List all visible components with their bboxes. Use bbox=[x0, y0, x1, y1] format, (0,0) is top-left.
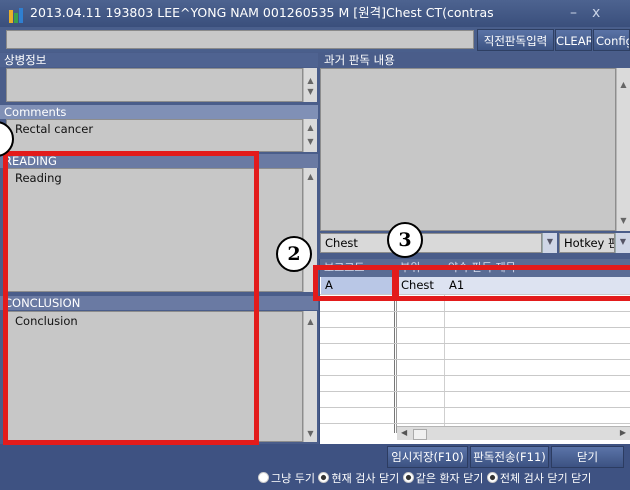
clinical-info-scrollbar[interactable]: ▲ ▼ bbox=[303, 68, 317, 102]
annotation-box-reading bbox=[3, 151, 259, 445]
chevron-down-icon[interactable]: ▼ bbox=[542, 233, 557, 253]
radio-selected-icon[interactable] bbox=[402, 472, 414, 483]
scroll-down-icon[interactable]: ▼ bbox=[304, 429, 317, 439]
radio-option[interactable]: 그냥 두기 bbox=[258, 472, 315, 485]
comments-scrollbar[interactable]: ▲ ▼ bbox=[303, 119, 317, 152]
clear-button[interactable]: CLEAR bbox=[555, 29, 592, 51]
toolbar-field[interactable] bbox=[6, 30, 474, 49]
hotkey-select[interactable]: Hotkey 판 bbox=[559, 233, 615, 253]
scroll-right-icon[interactable]: ▶ bbox=[620, 428, 626, 437]
grid-line bbox=[320, 407, 630, 408]
close-button-2[interactable]: 닫기 bbox=[571, 472, 591, 485]
grid-line bbox=[320, 343, 630, 344]
grid-line bbox=[320, 359, 630, 360]
grid-line bbox=[320, 391, 630, 392]
scroll-up-icon[interactable]: ▲ bbox=[304, 172, 317, 182]
minimize-icon[interactable]: – bbox=[570, 4, 577, 22]
scroll-up-icon[interactable]: ▲ bbox=[304, 76, 317, 86]
scroll-left-icon[interactable]: ◀ bbox=[401, 428, 407, 437]
chevron-down-icon[interactable]: ▼ bbox=[615, 233, 630, 253]
past-reading-scrollbar[interactable]: ▲ ▼ bbox=[616, 68, 630, 231]
temp-save-button[interactable]: 임시저장(F10) bbox=[387, 446, 468, 468]
category-select[interactable]: Chest bbox=[320, 233, 542, 253]
past-reading-field[interactable] bbox=[320, 68, 616, 231]
close-option-radio-group: 그냥 두기 현재 검사 닫기 같은 환자 닫기 전체 검사 닫기 닫기 bbox=[258, 471, 591, 487]
scroll-down-icon[interactable]: ▼ bbox=[304, 87, 317, 97]
radio-option[interactable]: 현재 검사 닫기 bbox=[318, 472, 399, 485]
send-reading-button[interactable]: 판독전송(F11) bbox=[470, 446, 549, 468]
window-title: 2013.04.11 193803 LEE^YONG NAM 001260535… bbox=[30, 5, 494, 20]
annotation-box-2 bbox=[313, 265, 399, 301]
grid-line bbox=[320, 311, 630, 312]
scroll-down-icon[interactable]: ▼ bbox=[617, 216, 630, 226]
comments-label: Comments bbox=[0, 105, 318, 119]
config-button[interactable]: Config bbox=[593, 29, 630, 51]
radio-icon[interactable] bbox=[258, 472, 269, 483]
grid-line bbox=[320, 327, 630, 328]
clinical-info-label: 상병정보 bbox=[0, 53, 318, 67]
comments-field[interactable]: Rectal cancer bbox=[6, 119, 303, 152]
close-button[interactable]: 닫기 bbox=[551, 446, 624, 468]
past-reading-label: 과거 판독 내용 bbox=[320, 53, 630, 67]
app-logo-icon bbox=[8, 6, 26, 24]
clinical-info-field[interactable] bbox=[6, 68, 303, 102]
conclusion-scrollbar[interactable]: ▲ ▼ bbox=[303, 311, 317, 442]
scroll-up-icon[interactable]: ▲ bbox=[304, 317, 317, 327]
grid-line bbox=[320, 375, 630, 376]
radio-option[interactable]: 전체 검사 닫기 bbox=[486, 472, 568, 485]
radio-selected-icon[interactable] bbox=[486, 472, 498, 483]
scroll-thumb[interactable] bbox=[413, 429, 427, 440]
radio-option[interactable]: 같은 환자 닫기 bbox=[402, 472, 483, 485]
prev-reading-input-button[interactable]: 직전판독입력 bbox=[477, 29, 554, 51]
annotation-circle-2: 2 bbox=[276, 236, 312, 272]
scroll-up-icon[interactable]: ▲ bbox=[304, 123, 317, 133]
radio-selected-icon[interactable] bbox=[318, 472, 330, 483]
grid-horizontal-scrollbar[interactable]: ◀ ▶ bbox=[397, 426, 630, 440]
close-icon[interactable]: x bbox=[592, 4, 600, 22]
grid-line bbox=[320, 423, 630, 424]
annotation-circle-3: 3 bbox=[387, 222, 423, 258]
scroll-up-icon[interactable]: ▲ bbox=[617, 80, 630, 90]
annotation-box-3 bbox=[392, 265, 630, 301]
scroll-down-icon[interactable]: ▼ bbox=[304, 137, 317, 147]
